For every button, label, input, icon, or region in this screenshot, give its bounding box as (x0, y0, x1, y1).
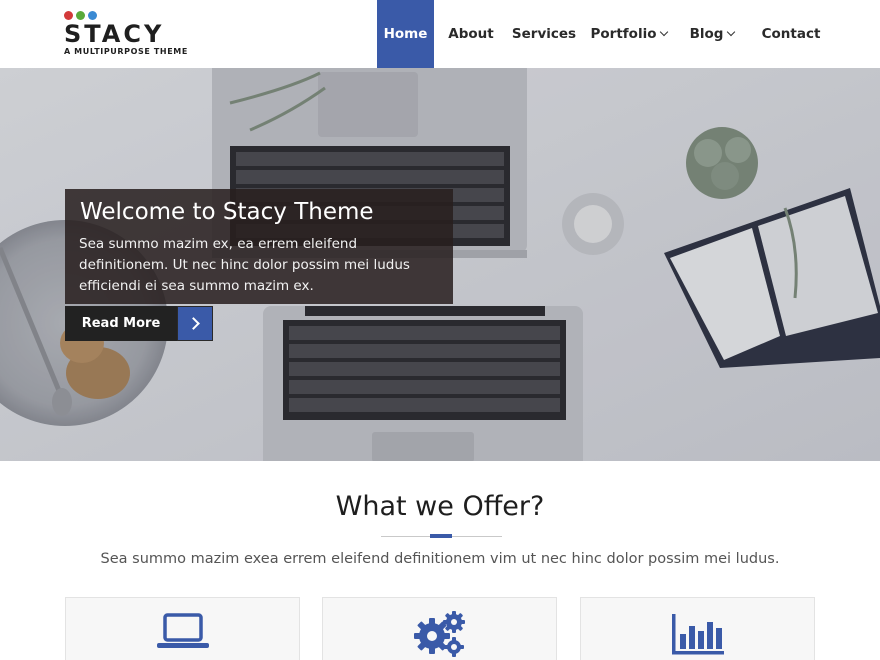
nav-item-home[interactable]: Home (377, 0, 434, 68)
read-more-button[interactable]: Read More (65, 306, 213, 341)
logo-tagline: A MULTIPURPOSE THEME (64, 47, 188, 56)
section-subtitle: Sea summo mazim exea errem eleifend defi… (100, 551, 780, 567)
nav-item-about[interactable]: About (434, 0, 508, 68)
nav-item-label: Portfolio (590, 26, 657, 42)
nav-item-portfolio[interactable]: Portfolio (590, 0, 669, 68)
logo-dot-blue (88, 11, 97, 20)
logo-dots (64, 11, 188, 20)
hero-text: Sea summo mazim ex, ea errem eleifend de… (79, 236, 410, 294)
chevron-right-icon (177, 306, 213, 341)
logo-dot-red (64, 11, 73, 20)
chevron-down-icon (727, 27, 736, 37)
nav-item-label: Blog (689, 26, 724, 42)
site-logo[interactable]: STACY A MULTIPURPOSE THEME (64, 11, 188, 56)
read-more-label: Read More (65, 306, 177, 341)
site-header: STACY A MULTIPURPOSE THEME Home About Se… (0, 0, 880, 68)
service-card[interactable] (322, 597, 557, 660)
nav-item-label: Contact (761, 26, 821, 42)
hero-caption: Welcome to Stacy Theme Sea summo mazim e… (65, 189, 453, 304)
gears-icon (413, 611, 465, 657)
nav-item-label: Home (383, 26, 428, 42)
hero-slider: Welcome to Stacy Theme Sea summo mazim e… (0, 68, 880, 461)
service-card[interactable] (580, 597, 815, 660)
nav-item-label: Services (511, 26, 577, 42)
laptop-icon (156, 613, 209, 648)
chevron-down-icon (660, 27, 669, 37)
nav-item-contact[interactable]: Contact (760, 0, 822, 68)
service-card[interactable] (65, 597, 300, 660)
logo-name: STACY (64, 20, 165, 48)
nav-item-services[interactable]: Services (508, 0, 580, 68)
nav-item-label: About (448, 26, 494, 42)
logo-dot-green (76, 11, 85, 20)
section-title: What we Offer? (335, 491, 545, 522)
hero-title: Welcome to Stacy Theme (80, 199, 374, 225)
nav-item-blog[interactable]: Blog (686, 0, 738, 68)
section-divider-accent (430, 534, 452, 538)
main-nav: Home About Services Portfolio Blog Conta… (377, 0, 880, 68)
bar-chart-icon (671, 614, 724, 655)
